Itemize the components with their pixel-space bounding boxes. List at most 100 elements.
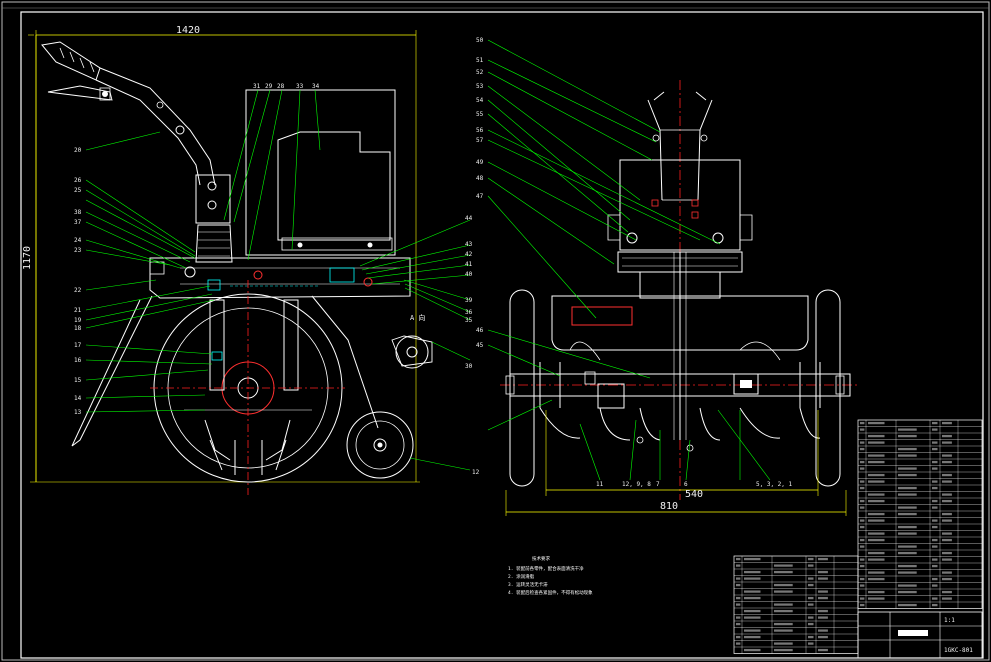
parts-cell-mark: [942, 571, 952, 574]
callout: 29: [265, 83, 273, 90]
note-1: 1. 装配前各零件，配合表面清洗干净: [508, 565, 584, 572]
parts-cell-mark: [860, 460, 865, 464]
engine-housing: [245, 89, 396, 256]
parts-cell-mark: [868, 493, 885, 496]
parts-cell-mark: [898, 571, 917, 574]
parts-cell-mark: [942, 590, 952, 594]
callout: 7: [656, 481, 660, 488]
parts-cell-mark: [744, 577, 761, 580]
callout: 31: [253, 83, 261, 90]
parts-cell-mark: [774, 629, 793, 632]
parts-cell-mark: [942, 454, 952, 457]
callout: 55: [476, 111, 484, 118]
title-block: 1GKC-801 1:1: [857, 611, 983, 659]
parts-cell-mark: [808, 564, 814, 567]
parts-cell-mark: [868, 480, 885, 483]
callout: 20: [74, 147, 82, 154]
cad-drawing-canvas[interactable]: 1420 1170 A 向 20 26 25 38 37 24 23 22 21…: [0, 0, 991, 662]
parts-cell-mark: [932, 603, 938, 607]
parts-cell-mark: [868, 519, 885, 522]
callout: 41: [465, 261, 473, 268]
callout: 51: [476, 57, 484, 64]
dim-overall-width: 810: [660, 501, 678, 512]
parts-cell-mark: [818, 616, 828, 619]
parts-cell-mark: [774, 603, 793, 606]
parts-cell-mark: [932, 506, 938, 509]
parts-cell-mark: [932, 558, 938, 561]
parts-cell-mark: [774, 642, 793, 645]
parts-cell-mark: [860, 447, 865, 451]
parts-cell-mark: [818, 590, 828, 593]
parts-cell-mark: [744, 616, 761, 619]
parts-cell-mark: [898, 532, 917, 535]
parts-cell-mark: [898, 525, 917, 529]
parts-cell-mark: [736, 635, 741, 639]
parts-cell-mark: [744, 629, 761, 632]
callout: 11: [596, 481, 604, 488]
parts-cell-mark: [736, 622, 741, 626]
callout: 38: [74, 209, 82, 216]
callout: 25: [74, 187, 82, 194]
parts-cell-mark: [860, 564, 865, 568]
parts-cell-mark: [932, 545, 938, 548]
title-block-code: 1GKC-801: [944, 647, 973, 654]
parts-cell-mark: [860, 428, 865, 431]
callout: 52: [476, 69, 484, 76]
callout: 35: [465, 317, 473, 324]
front-view: 540 810 50 51 52 53 54 55 56 57 49 48 47: [476, 37, 860, 516]
handlebar-tube: [95, 67, 216, 186]
parts-cell-mark: [932, 499, 938, 503]
parts-cell-mark: [942, 532, 952, 535]
parts-cell-mark: [932, 519, 938, 522]
parts-cell-mark: [942, 441, 952, 444]
parts-cell-mark: [736, 596, 741, 600]
parts-cell-mark: [860, 421, 865, 425]
parts-cell-mark: [860, 597, 865, 600]
parts-cell-mark: [736, 642, 741, 645]
callout: 30: [465, 363, 473, 370]
parts-cell-mark: [736, 564, 741, 567]
callout: 44: [465, 215, 473, 222]
parts-cell-mark: [942, 577, 952, 581]
front-callouts: 50 51 52 53 54 55 56 57 49 48 47 46 45 1…: [476, 37, 793, 488]
parts-cell-mark: [736, 557, 741, 561]
callout: 18: [74, 325, 82, 332]
parts-cell-mark: [932, 467, 938, 470]
parts-cell-mark: [942, 558, 952, 561]
parts-cell-mark: [942, 512, 952, 516]
parts-cell-mark: [898, 590, 917, 594]
parts-cell-mark: [932, 441, 938, 444]
parts-cell-mark: [808, 622, 814, 626]
front-leader-lines: [487, 39, 771, 481]
parts-cell-mark: [898, 584, 917, 587]
parts-cell-mark: [744, 609, 761, 613]
parts-cell-mark: [942, 473, 952, 477]
parts-cell-mark: [744, 635, 761, 639]
parts-cell-mark: [868, 538, 885, 542]
parts-cell-mark: [808, 642, 814, 645]
side-view: 1420 1170 A 向 20 26 25 38 37 24 23 22 21…: [22, 25, 480, 495]
view-a-label: A 向: [410, 313, 425, 322]
parts-cell-mark: [774, 609, 793, 613]
parts-cell-mark: [898, 564, 917, 568]
parts-cell-mark: [942, 538, 952, 542]
callout: 24: [74, 237, 82, 244]
parts-cell-mark: [868, 551, 885, 555]
parts-cell-mark: [868, 590, 885, 594]
parts-cell-mark: [774, 648, 793, 652]
callout: 56: [476, 127, 484, 134]
parts-cell-mark: [774, 590, 793, 593]
callout: 13: [74, 409, 82, 416]
parts-cell-mark: [818, 609, 828, 613]
parts-cell-mark: [808, 583, 814, 587]
parts-cell-mark: [808, 596, 814, 600]
parts-cell-mark: [808, 635, 814, 639]
callout: 5, 3, 2, 1: [756, 481, 793, 488]
callout: 16: [74, 357, 82, 364]
callout: 19: [74, 317, 82, 324]
callout: 22: [74, 287, 82, 294]
parts-cell-mark: [868, 597, 885, 600]
parts-cell-mark: [942, 551, 952, 555]
callout: 40: [465, 271, 473, 278]
callout: 28: [277, 83, 285, 90]
